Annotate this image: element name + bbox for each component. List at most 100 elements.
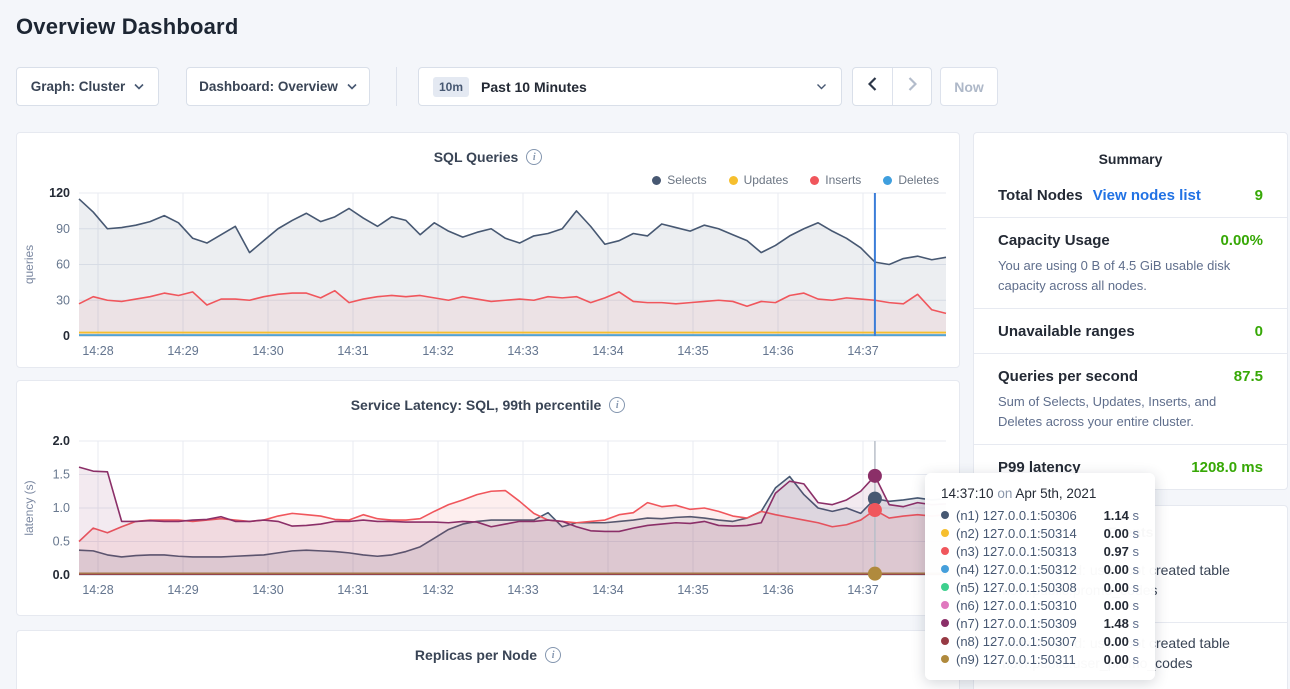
node-value: 0.00 s — [1104, 580, 1139, 595]
y-tick-label: 1.5 — [53, 468, 70, 482]
x-tick-label: 14:28 — [82, 583, 113, 597]
y-tick-label: 30 — [56, 293, 70, 307]
row-value: 1208.0 ms — [1191, 459, 1263, 476]
summary-panel: Summary Total Nodes View nodes list 9 Ca… — [973, 132, 1288, 490]
chevron-right-icon — [908, 77, 917, 96]
info-icon[interactable]: i — [609, 397, 625, 413]
node-color-dot — [941, 637, 949, 645]
summary-row-unavailable: Unavailable ranges 0 — [974, 309, 1287, 354]
x-tick-label: 14:34 — [592, 344, 623, 358]
time-range-selector[interactable]: 10m Past 10 Minutes — [418, 67, 842, 106]
node-color-dot — [941, 511, 949, 519]
summary-row-total-nodes: Total Nodes View nodes list 9 — [974, 173, 1287, 218]
tooltip-date: Apr 5th, 2021 — [1015, 486, 1096, 501]
row-subtext: Sum of Selects, Updates, Inserts, and De… — [998, 392, 1263, 431]
x-tick-label: 14:31 — [337, 344, 368, 358]
legend-dot — [729, 176, 738, 185]
x-tick-label: 14:33 — [507, 344, 538, 358]
node-color-dot — [941, 655, 949, 663]
y-axis-label: queries — [22, 245, 36, 284]
node-value: 0.97 s — [1104, 544, 1139, 559]
tooltip-row: (n7) 127.0.0.1:503091.48 s — [941, 614, 1139, 632]
chevron-down-icon — [134, 83, 144, 90]
graph-dropdown[interactable]: Graph: Cluster — [16, 67, 159, 106]
row-value: 0 — [1255, 323, 1263, 340]
sql-queries-panel: SQL Queries i SelectsUpdatesInsertsDelet… — [16, 132, 960, 368]
now-button-label: Now — [954, 79, 984, 95]
y-tick-label: 0.5 — [53, 535, 70, 549]
x-tick-label: 14:36 — [762, 344, 793, 358]
chevron-down-icon — [347, 83, 357, 90]
x-tick-label: 14:29 — [167, 583, 198, 597]
node-address: (n7) 127.0.0.1:50309 — [956, 616, 1077, 631]
tooltip-row: (n3) 127.0.0.1:503130.97 s — [941, 542, 1139, 560]
row-value: 87.5 — [1234, 368, 1263, 385]
toolbar-divider — [396, 67, 397, 106]
tooltip-time: 14:37:10 — [941, 486, 994, 501]
node-address: (n8) 127.0.0.1:50307 — [956, 634, 1077, 649]
y-tick-label: 90 — [56, 222, 70, 236]
x-tick-label: 14:28 — [82, 344, 113, 358]
summary-row-qps: Queries per second 87.5 Sum of Selects, … — [974, 354, 1287, 445]
dashboard-dropdown[interactable]: Dashboard: Overview — [186, 67, 370, 106]
node-color-dot — [941, 583, 949, 591]
node-color-dot — [941, 529, 949, 537]
row-label: Capacity Usage — [998, 232, 1110, 249]
row-label: Queries per second — [998, 368, 1138, 385]
hover-tooltip: 14:37:10 on Apr 5th, 2021 (n1) 127.0.0.1… — [925, 473, 1155, 680]
node-value: 1.14 s — [1104, 508, 1139, 523]
x-tick-label: 14:32 — [422, 344, 453, 358]
x-tick-label: 14:31 — [337, 583, 368, 597]
summary-title: Summary — [974, 133, 1287, 173]
chevron-down-icon — [816, 83, 827, 90]
row-label: Total Nodes — [998, 187, 1083, 204]
legend-dot — [883, 176, 892, 185]
tooltip-row: (n4) 127.0.0.1:503120.00 s — [941, 560, 1139, 578]
tooltip-connector: on — [997, 486, 1012, 501]
hover-dot — [868, 469, 882, 483]
x-tick-label: 14:35 — [677, 583, 708, 597]
node-color-dot — [941, 619, 949, 627]
tooltip-row: (n5) 127.0.0.1:503080.00 s — [941, 578, 1139, 596]
tooltip-row: (n8) 127.0.0.1:50307 0.00 s — [941, 632, 1139, 650]
node-address: (n9) 127.0.0.1:50311 — [956, 652, 1076, 667]
prev-time-button[interactable] — [853, 68, 892, 105]
latency-panel: Service Latency: SQL, 99th percentile i … — [16, 380, 960, 616]
page-title: Overview Dashboard — [16, 14, 238, 40]
row-subtext: You are using 0 B of 4.5 GiB usable disk… — [998, 256, 1263, 295]
chevron-left-icon — [868, 77, 877, 96]
row-value: 9 — [1255, 187, 1263, 204]
next-time-button[interactable] — [892, 68, 931, 105]
y-tick-label: 0.0 — [53, 568, 70, 582]
nodes-list-link[interactable]: View nodes list — [1093, 187, 1201, 204]
x-tick-label: 14:29 — [167, 344, 198, 358]
sql-queries-chart[interactable]: 14:2814:2914:3014:3114:3214:3314:3414:35… — [17, 185, 959, 363]
hover-dot — [868, 503, 882, 517]
dashboard-dropdown-label: Dashboard: Overview — [199, 79, 338, 94]
node-value: 0.00 s — [1104, 634, 1139, 649]
x-tick-label: 14:33 — [507, 583, 538, 597]
node-value: 0.00 s — [1104, 652, 1139, 667]
tooltip-row: (n2) 127.0.0.1:503140.00 s — [941, 524, 1139, 542]
hover-dot — [868, 567, 882, 581]
x-tick-label: 14:36 — [762, 583, 793, 597]
x-tick-label: 14:32 — [422, 583, 453, 597]
node-color-dot — [941, 547, 949, 555]
chart-title: Service Latency: SQL, 99th percentile — [351, 397, 602, 413]
x-tick-label: 14:37 — [847, 344, 878, 358]
y-axis-label: latency (s) — [22, 480, 36, 535]
latency-chart[interactable]: 14:2814:2914:3014:3114:3214:3314:3414:35… — [17, 427, 959, 605]
node-value: 0.00 s — [1104, 526, 1139, 541]
legend-dot — [652, 176, 661, 185]
node-address: (n4) 127.0.0.1:50312 — [956, 562, 1077, 577]
time-nav-group — [852, 67, 932, 106]
node-color-dot — [941, 601, 949, 609]
row-label: Unavailable ranges — [998, 323, 1135, 340]
tooltip-row: (n6) 127.0.0.1:503100.00 s — [941, 596, 1139, 614]
info-icon[interactable]: i — [526, 149, 542, 165]
node-address: (n1) 127.0.0.1:50306 — [956, 508, 1077, 523]
x-tick-label: 14:30 — [252, 344, 283, 358]
now-button[interactable]: Now — [940, 67, 998, 106]
info-icon[interactable]: i — [545, 647, 561, 663]
node-address: (n6) 127.0.0.1:50310 — [956, 598, 1077, 613]
